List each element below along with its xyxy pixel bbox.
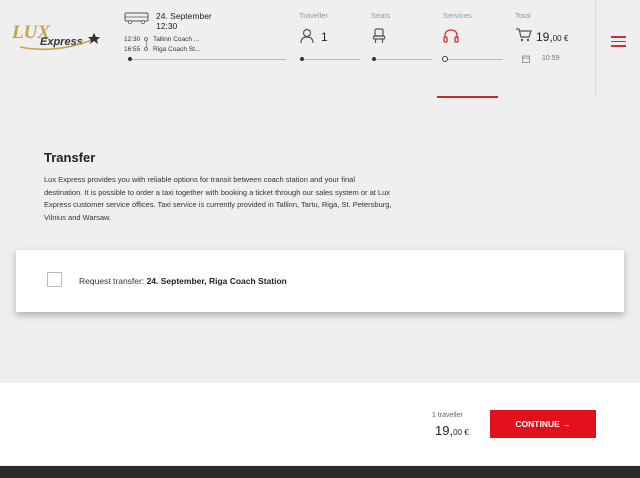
departure-stop: 12:30 Tallinn Coach ... <box>124 36 200 43</box>
bottom-total-price: 19,00 € <box>435 423 469 438</box>
services-step-line <box>443 59 503 60</box>
header-divider <box>595 0 596 98</box>
passenger-count: 1 traveller <box>432 412 463 419</box>
services-label: Services <box>443 11 472 20</box>
transfer-request-card: Request transfer: 24. September, Riga Co… <box>16 250 624 312</box>
page-title: Transfer <box>44 150 96 165</box>
time-left: 10:59 <box>542 55 560 62</box>
footer-strip <box>0 466 640 478</box>
request-transfer-checkbox[interactable] <box>47 272 62 287</box>
trip-step-dot <box>128 57 132 61</box>
svg-text:Express: Express <box>40 36 83 48</box>
total-price[interactable]: 19,00 € <box>536 30 568 44</box>
checkout-bar: 1 traveller 19,00 € CONTINUE → <box>0 383 640 465</box>
traveller-step-line <box>300 59 360 60</box>
traveller-count[interactable]: 1 <box>321 30 328 44</box>
transfer-description: Lux Express provides you with reliable o… <box>44 175 392 223</box>
seat-icon <box>372 28 386 43</box>
person-icon <box>300 28 314 44</box>
cart-icon <box>516 28 532 42</box>
trip-step-line <box>128 59 286 60</box>
bus-icon <box>124 12 149 24</box>
trip-time: 12:30 <box>156 21 178 31</box>
seats-step-line <box>372 59 432 60</box>
hamburger-menu-icon[interactable] <box>611 36 626 47</box>
request-transfer-label[interactable]: Request transfer: 24. September, Riga Co… <box>79 276 287 286</box>
total-label: Total <box>515 11 531 20</box>
services-step-dot <box>442 56 448 62</box>
header: LUX Express 24. September 12:30 12:30 Tal… <box>0 0 640 100</box>
lux-express-logo[interactable]: LUX Express <box>10 18 105 58</box>
timer-icon <box>522 55 530 63</box>
seats-step-dot <box>372 57 376 61</box>
trip-date: 24. September <box>156 11 212 21</box>
continue-button[interactable]: CONTINUE → <box>490 410 596 438</box>
traveller-step-dot <box>300 57 304 61</box>
headset-icon <box>443 29 459 43</box>
arrival-stop: 16:55 Riga Coach St... <box>124 46 201 53</box>
traveller-label: Traveller <box>299 11 328 20</box>
active-step-underline <box>437 96 498 98</box>
seats-label: Seats <box>371 11 391 20</box>
